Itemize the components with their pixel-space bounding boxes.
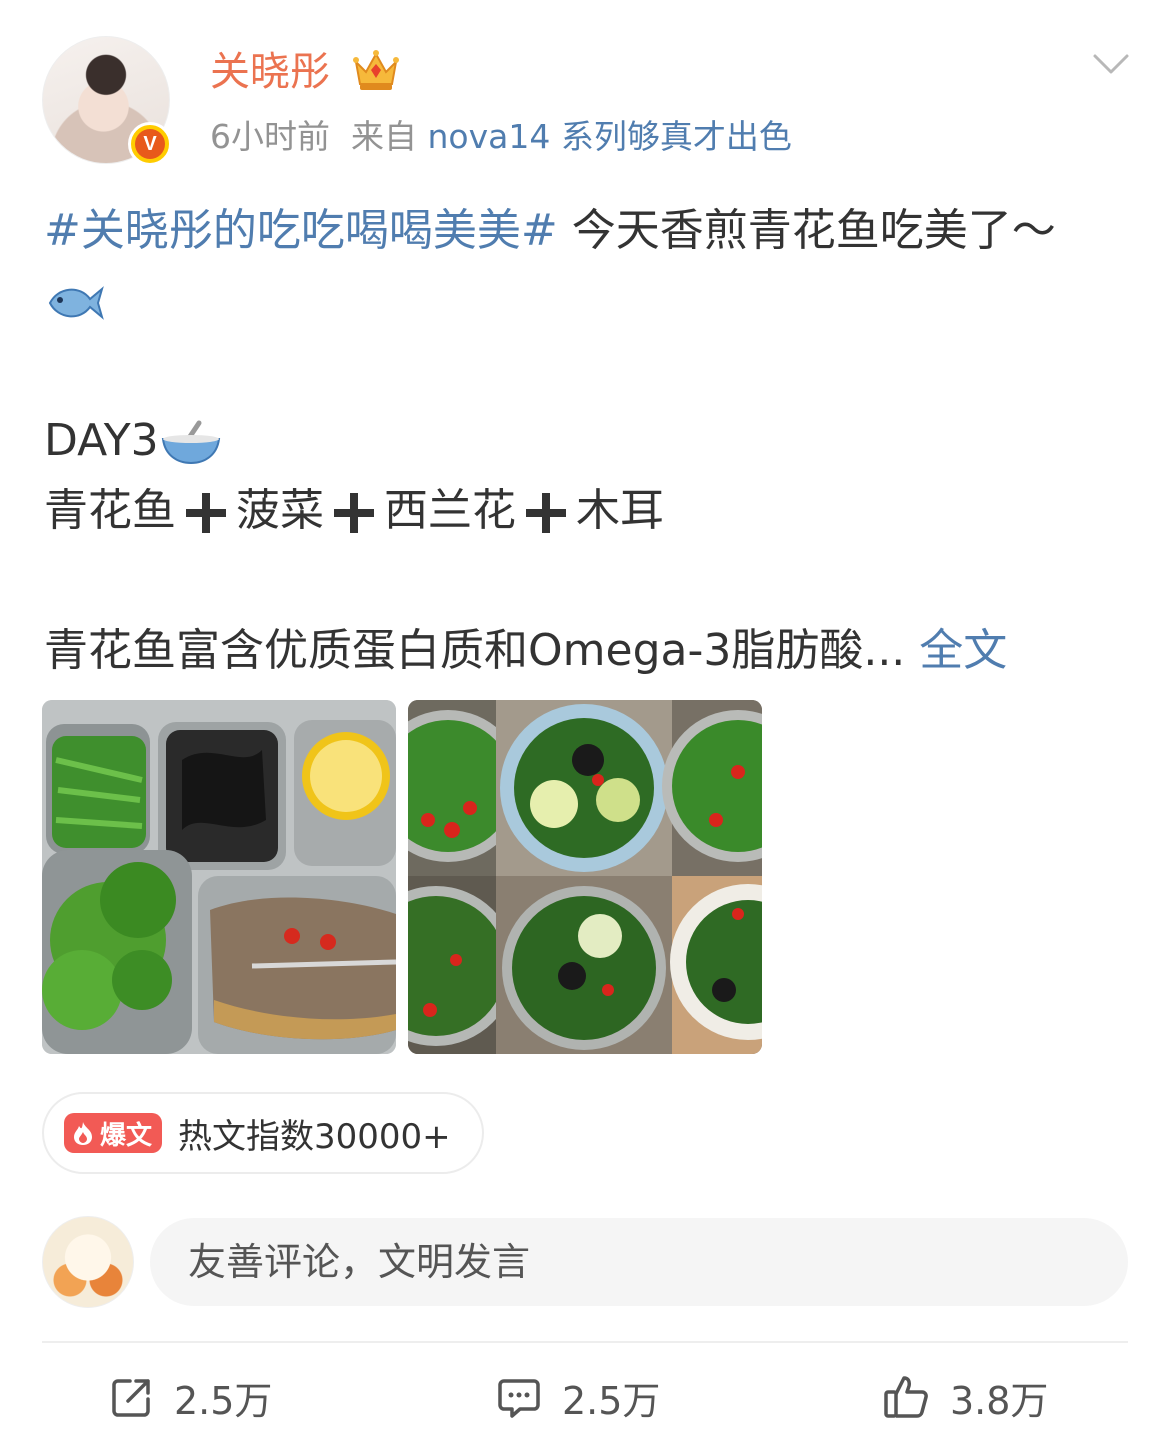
- verified-badge: V: [128, 122, 172, 166]
- post-body: #关晓彤的吃吃喝喝美美# 今天香煎青花鱼吃美了～ DAY3 青花鱼 菠菜 西兰花 木耳…: [44, 196, 1134, 686]
- post-meta: 6小时前 来自 nova14 系列够真才出色: [210, 114, 792, 160]
- post-image-bento[interactable]: [42, 700, 396, 1054]
- post-text-line1: 今天香煎青花鱼吃美了～: [557, 205, 1056, 256]
- post-time: 6小时前: [210, 117, 330, 156]
- hot-pill-label: 爆文: [100, 1120, 153, 1151]
- crown-icon: [353, 50, 399, 90]
- food-item: 青花鱼: [44, 485, 176, 536]
- share-icon: [112, 1379, 150, 1417]
- source-prefix: 来自: [350, 117, 417, 156]
- thumbs-up-icon: [884, 1376, 928, 1418]
- post-text-line2: 青花鱼富含优质蛋白质和Omega-3脂肪酸...: [44, 625, 906, 676]
- comment-count: 2.5万: [562, 1378, 661, 1423]
- comment-button[interactable]: 2.5万: [496, 1366, 660, 1428]
- like-count: 3.8万: [950, 1378, 1049, 1423]
- my-avatar: [42, 1216, 134, 1308]
- repost-button[interactable]: 2.5万: [110, 1366, 272, 1428]
- heavy-plus-icon: [186, 493, 226, 533]
- comment-input[interactable]: 友善评论，文明发言: [150, 1218, 1128, 1306]
- chevron-down-icon[interactable]: [1092, 52, 1130, 78]
- flame-icon: [74, 1122, 92, 1145]
- username[interactable]: 关晓彤: [210, 44, 330, 100]
- hot-pill: 爆文: [64, 1113, 163, 1153]
- post-image-salads[interactable]: [408, 700, 762, 1054]
- heavy-plus-icon: [526, 493, 566, 533]
- food-item: 西兰花: [384, 485, 516, 536]
- food-item: 木耳: [576, 485, 664, 536]
- hashtag-link[interactable]: #关晓彤的吃吃喝喝美美#: [44, 205, 558, 256]
- day-label: DAY3: [44, 415, 159, 466]
- bowl-emoji-icon: [161, 420, 220, 465]
- hot-index-badge[interactable]: 爆文 热文指数30000+: [42, 1092, 484, 1174]
- divider: [42, 1341, 1128, 1343]
- fish-emoji-icon: [48, 286, 104, 320]
- post-source-link[interactable]: nova14 系列够真才出色: [427, 117, 791, 156]
- repost-count: 2.5万: [174, 1378, 273, 1423]
- comment-icon: [498, 1379, 540, 1418]
- full-text-link[interactable]: 全文: [905, 625, 1007, 676]
- hot-index-text: 热文指数30000+: [178, 1116, 451, 1157]
- like-button[interactable]: 3.8万: [882, 1366, 1048, 1428]
- food-item: 菠菜: [236, 485, 324, 536]
- heavy-plus-icon: [334, 493, 374, 533]
